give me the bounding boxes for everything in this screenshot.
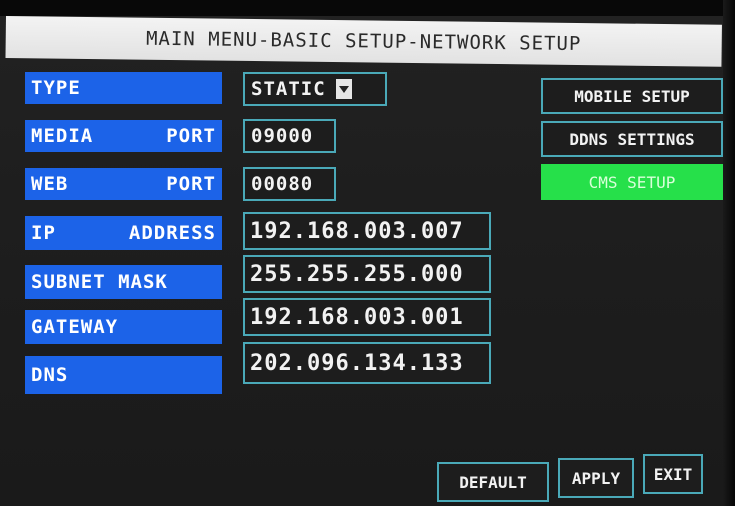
type-label: TYPE [25,72,222,104]
subnet-mask-field[interactable]: 255.255.255.000 [243,255,491,293]
media-port-label-b: PORT [166,125,216,147]
title-bar: MAIN MENU-BASIC SETUP-NETWORK SETUP [5,16,722,67]
cms-setup-label: CMS SETUP [588,172,676,192]
ip-address-value: 192.168.003.007 [250,218,464,244]
type-dropdown[interactable]: STATIC [243,72,387,106]
mobile-setup-button[interactable]: MOBILE SETUP [541,78,723,114]
media-port-label: MEDIA PORT [25,120,222,152]
ddns-settings-label: DDNS SETTINGS [569,129,695,149]
type-label-text: TYPE [31,77,81,99]
page-title: MAIN MENU-BASIC SETUP-NETWORK SETUP [145,27,582,56]
web-port-label: WEB PORT [25,168,222,200]
apply-button[interactable]: APPLY [558,458,634,498]
gateway-value: 192.168.003.001 [250,304,464,330]
default-button[interactable]: DEFAULT [437,462,549,502]
subnet-mask-value: 255.255.255.000 [250,261,464,287]
dns-label: DNS [25,356,222,394]
ip-address-label-b: ADDRESS [128,222,216,244]
type-value: STATIC [251,78,326,100]
monitor-bezel-top [0,0,735,16]
gateway-label: GATEWAY [25,310,222,344]
monitor-bezel-right [723,0,735,506]
cms-setup-button[interactable]: CMS SETUP [541,164,723,200]
chevron-down-icon[interactable] [335,79,352,99]
ip-address-field[interactable]: 192.168.003.007 [243,212,491,250]
apply-label: APPLY [571,468,621,488]
exit-button[interactable]: EXIT [643,454,703,494]
ip-address-label-a: IP [31,222,56,244]
media-port-field[interactable]: 09000 [243,119,336,153]
gateway-label-text: GATEWAY [31,316,119,338]
web-port-label-a: WEB [31,173,69,195]
default-label: DEFAULT [459,472,527,492]
gateway-field[interactable]: 192.168.003.001 [243,298,491,336]
dns-value: 202.096.134.133 [250,350,464,376]
mobile-setup-label: MOBILE SETUP [574,86,690,106]
dns-label-text: DNS [31,364,69,386]
network-setup-screen: MAIN MENU-BASIC SETUP-NETWORK SETUP TYPE… [0,0,735,506]
web-port-value: 00080 [251,173,314,195]
dns-field[interactable]: 202.096.134.133 [243,342,491,384]
subnet-mask-label-text: SUBNET MASK [31,271,168,293]
media-port-label-a: MEDIA [31,125,94,147]
exit-label: EXIT [653,464,693,484]
web-port-field[interactable]: 00080 [243,167,336,201]
ddns-settings-button[interactable]: DDNS SETTINGS [541,121,723,157]
media-port-value: 09000 [251,125,314,147]
ip-address-label: IP ADDRESS [25,216,222,250]
web-port-label-b: PORT [166,173,216,195]
subnet-mask-label: SUBNET MASK [25,265,222,299]
